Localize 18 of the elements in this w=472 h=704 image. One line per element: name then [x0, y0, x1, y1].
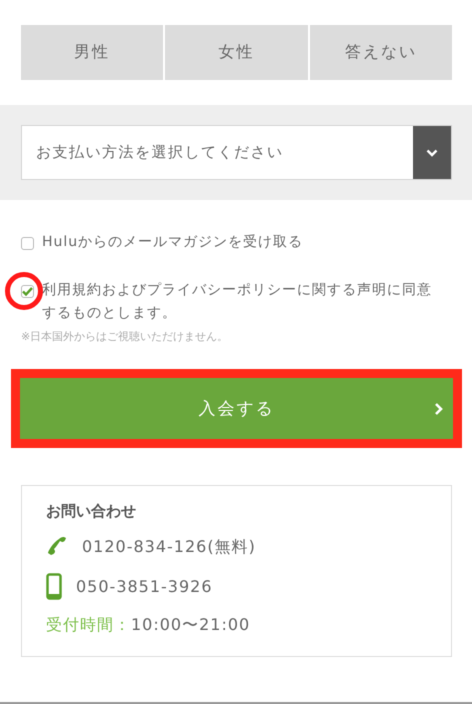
- checkbox-label: Huluからのメールマガジンを受け取る: [42, 233, 304, 252]
- checkbox[interactable]: [21, 237, 34, 250]
- phone-number: 0120-834-126(無料): [82, 536, 256, 558]
- chevron-down-icon: [426, 148, 438, 156]
- gender-option[interactable]: 男性: [21, 25, 164, 80]
- gender-option[interactable]: 答えない: [310, 25, 452, 80]
- checkbox[interactable]: [21, 285, 34, 298]
- chevron-right-icon: [434, 402, 443, 416]
- contact-title: お問い合わせ: [46, 502, 137, 521]
- payment-select[interactable]: お支払い方法を選択してください: [21, 125, 452, 180]
- gender-option[interactable]: 女性: [165, 25, 308, 80]
- mobile-phone-icon: [46, 573, 62, 600]
- hours-label: 受付時間：: [46, 615, 131, 636]
- notice-text: ※日本国外からはご視聴いただけません。: [21, 329, 230, 344]
- hours-text: 10:00〜21:00: [131, 615, 250, 636]
- phone-icon: [46, 536, 68, 558]
- join-button[interactable]: 入会する: [20, 378, 453, 439]
- phone-number: 050-3851-3926: [76, 577, 213, 596]
